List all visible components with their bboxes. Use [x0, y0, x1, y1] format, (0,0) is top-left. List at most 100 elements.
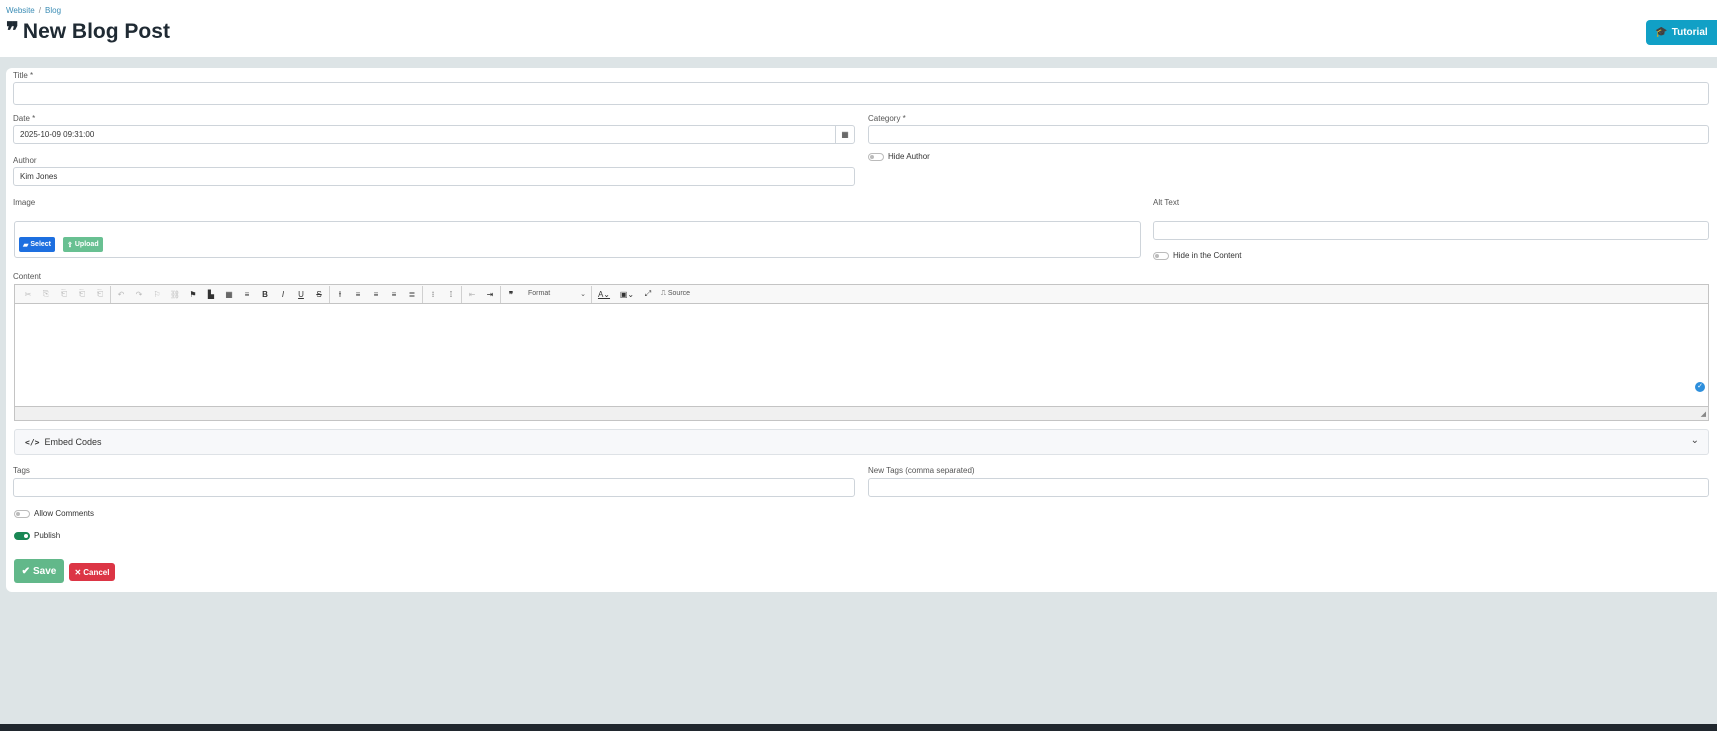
embed-codes-label: Embed Codes — [44, 437, 102, 447]
breadcrumb-blog[interactable]: Blog — [45, 6, 61, 15]
strike-icon[interactable]: S — [310, 290, 328, 299]
close-icon: ✕ — [74, 567, 82, 577]
unlink-icon[interactable]: ⛓ — [166, 290, 184, 299]
hide-in-content-toggle[interactable] — [1153, 252, 1169, 260]
source-button[interactable]: ⎍ Source — [657, 290, 694, 298]
editor-content-area[interactable] — [15, 304, 1708, 407]
date-input[interactable]: 2025-10-09 09:31:00 ▦ — [13, 125, 855, 144]
remove-format-icon[interactable]: Ɨ — [331, 290, 349, 299]
chevron-down-icon: ⌄ — [1690, 435, 1699, 446]
toolbar-divider — [329, 285, 330, 303]
hide-in-content-label: Hide in the Content — [1173, 251, 1242, 260]
bottom-bar — [0, 724, 1717, 731]
check-icon: ✔ — [21, 565, 31, 577]
select-image-button[interactable]: ▰ Select — [19, 237, 56, 252]
paste-icon[interactable]: ⎗ — [55, 289, 73, 299]
background-color-icon[interactable]: ▣⌄ — [615, 290, 639, 299]
page-title: ❞ New Blog Post — [6, 16, 170, 45]
title-input[interactable] — [13, 82, 1709, 105]
breadcrumb: Website / Blog — [6, 6, 61, 15]
save-label: Save — [33, 565, 57, 577]
horizontal-rule-icon[interactable]: ≡ — [238, 290, 256, 299]
paste-text-icon[interactable]: ⎗ — [73, 289, 91, 299]
format-dropdown[interactable]: Format ⌄ — [520, 290, 590, 298]
bold-icon[interactable]: B — [256, 290, 274, 299]
new-tags-label: New Tags (comma separated) — [868, 466, 975, 475]
date-label: Date * — [13, 114, 36, 123]
folder-icon: ▰ — [23, 241, 29, 249]
align-left-icon[interactable]: ≡ — [349, 290, 367, 299]
italic-icon[interactable]: I — [274, 290, 292, 299]
spellcheck-icon[interactable]: ✓ — [1695, 382, 1705, 392]
undo-icon[interactable]: ↶ — [112, 290, 130, 299]
code-icon: </> — [25, 437, 40, 447]
hide-author-label: Hide Author — [888, 152, 930, 161]
alt-text-input[interactable] — [1153, 221, 1709, 240]
flag-icon[interactable]: ⚑ — [184, 290, 202, 299]
table-icon[interactable]: ▦ — [220, 290, 238, 299]
hide-author-toggle[interactable] — [868, 153, 884, 161]
maximize-icon[interactable]: ⤢ — [639, 289, 657, 299]
alt-text-label: Alt Text — [1153, 198, 1180, 207]
outdent-icon[interactable]: ⇤ — [463, 290, 481, 299]
format-label: Format — [528, 290, 551, 297]
align-right-icon[interactable]: ≡ — [385, 290, 403, 299]
category-select[interactable] — [868, 125, 1709, 144]
text-color-icon[interactable]: A⌄ — [593, 290, 615, 299]
upload-icon: ⇪ — [67, 241, 73, 249]
breadcrumb-separator: / — [38, 6, 41, 15]
resize-handle-icon[interactable]: ◢ — [1701, 410, 1706, 418]
tutorial-label: Tutorial — [1671, 27, 1708, 38]
toolbar-divider — [500, 285, 501, 303]
cut-icon[interactable]: ✂ — [19, 290, 37, 299]
cancel-button[interactable]: ✕ Cancel — [69, 563, 115, 581]
page-header: Website / Blog ❞ New Blog Post 🎓 Tutorial — [0, 0, 1717, 57]
source-icon: ⎍ — [661, 290, 666, 297]
numbered-list-icon[interactable]: ⁝ — [424, 290, 442, 299]
publish-toggle[interactable] — [14, 532, 30, 540]
date-value: 2025-10-09 09:31:00 — [20, 130, 95, 139]
content-editor: ✂ ⎘ ⎗ ⎗ ⎗ ↶ ↷ ⚐ ⛓ ⚑ ▙ ▦ ≡ B I U S Ɨ ≡ ≡ … — [14, 284, 1709, 421]
toolbar-divider — [110, 285, 111, 303]
breadcrumb-website[interactable]: Website — [6, 6, 35, 15]
author-label: Author — [13, 156, 37, 165]
toolbar-divider — [422, 285, 423, 303]
indent-icon[interactable]: ⇥ — [481, 290, 499, 299]
editor-toolbar: ✂ ⎘ ⎗ ⎗ ⎗ ↶ ↷ ⚐ ⛓ ⚑ ▙ ▦ ≡ B I U S Ɨ ≡ ≡ … — [15, 285, 1708, 304]
new-tags-input[interactable] — [868, 478, 1709, 497]
embed-codes-accordion[interactable]: </> Embed Codes ⌄ — [14, 429, 1709, 455]
toolbar-divider — [591, 285, 592, 303]
blockquote-icon[interactable]: ❞ — [502, 290, 520, 299]
tags-input[interactable] — [13, 478, 855, 497]
upload-image-button[interactable]: ⇪ Upload — [63, 237, 103, 252]
select-label: Select — [30, 241, 52, 248]
paste-word-icon[interactable]: ⎗ — [91, 289, 109, 299]
title-label: Title * — [13, 71, 34, 80]
justify-icon[interactable]: ≣ — [403, 290, 421, 299]
anchor-icon[interactable]: ⚐ — [148, 290, 166, 299]
save-button[interactable]: ✔ Save — [14, 559, 64, 583]
allow-comments-label: Allow Comments — [34, 509, 95, 518]
publish-label: Publish — [34, 531, 61, 540]
image-label: Image — [13, 198, 36, 207]
bulleted-list-icon[interactable]: ⁞ — [442, 290, 460, 299]
align-center-icon[interactable]: ≡ — [367, 290, 385, 299]
image-icon[interactable]: ▙ — [202, 290, 220, 299]
allow-comments-toggle[interactable] — [14, 510, 30, 518]
tags-label: Tags — [13, 466, 30, 475]
category-label: Category * — [868, 114, 906, 123]
editor-status-bar: ◢ — [15, 406, 1708, 420]
copy-icon[interactable]: ⎘ — [37, 289, 55, 299]
toolbar-divider — [461, 285, 462, 303]
content-label: Content — [13, 272, 42, 281]
quote-icon: ❞ — [6, 16, 19, 45]
graduation-cap-icon: 🎓 — [1655, 27, 1668, 38]
underline-icon[interactable]: U — [292, 290, 310, 299]
redo-icon[interactable]: ↷ — [130, 290, 148, 299]
author-input[interactable]: Kim Jones — [13, 167, 855, 186]
tutorial-button[interactable]: 🎓 Tutorial — [1646, 20, 1717, 45]
calendar-icon[interactable]: ▦ — [835, 126, 854, 143]
source-label: Source — [667, 290, 691, 297]
cancel-label: Cancel — [83, 567, 110, 577]
page-title-text: New Blog Post — [22, 20, 170, 43]
